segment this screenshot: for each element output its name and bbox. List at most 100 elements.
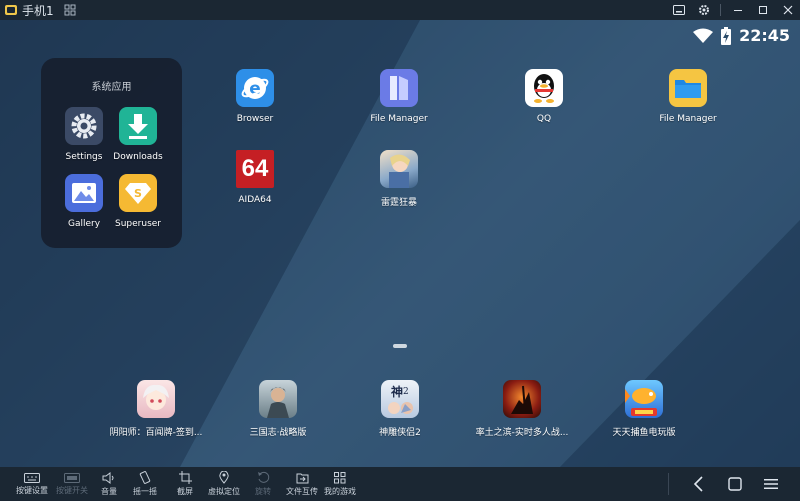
- app-aida64[interactable]: 64 AIDA64: [210, 150, 300, 205]
- minimize-button[interactable]: [725, 0, 750, 20]
- file-manager-icon: [380, 69, 418, 107]
- app-shuaitu[interactable]: 率土之滨-实时多人战...: [475, 380, 569, 438]
- app-shendiao[interactable]: 神 2 神雕侠侣2: [355, 380, 445, 438]
- window-title: 手机1: [22, 3, 54, 18]
- keyboard-icon: [672, 5, 685, 15]
- status-bar: 22:45: [693, 26, 790, 45]
- superuser-icon: S: [119, 174, 157, 212]
- wifi-icon: [693, 28, 714, 43]
- qq-icon: [525, 69, 563, 107]
- titlebar-divider: [720, 4, 721, 16]
- app-onmyoji[interactable]: 阴阳师：百闻牌-签到...: [109, 380, 203, 438]
- maximize-button[interactable]: [750, 0, 775, 20]
- back-icon: [693, 476, 703, 492]
- app-game-thunder[interactable]: 雷霆狂暴: [354, 150, 444, 208]
- app-label: 率土之滨-实时多人战...: [475, 428, 569, 438]
- app-label: 阴阳师：百闻牌-签到...: [109, 428, 203, 438]
- game-icon: [503, 380, 541, 418]
- key-settings-button[interactable]: 按键设置: [12, 467, 52, 501]
- browser-icon: e: [236, 69, 274, 107]
- svg-text:神: 神: [391, 384, 403, 399]
- game-icon: [259, 380, 297, 418]
- app-label: 三国志·战略版: [249, 428, 307, 438]
- close-button[interactable]: [775, 0, 800, 20]
- app-label: 雷霆狂暴: [380, 198, 417, 208]
- battery-charging-icon: [721, 26, 732, 45]
- key-toggle-button[interactable]: 按键开关: [52, 467, 92, 501]
- tool-label: 旋转: [255, 487, 271, 496]
- game-icon: [625, 380, 663, 418]
- tool-label: 虚拟定位: [208, 487, 240, 496]
- app-superuser[interactable]: S Superuser: [93, 174, 183, 229]
- volume-icon: [102, 471, 114, 484]
- home-button[interactable]: [724, 473, 746, 495]
- emulator-toolbar: 按键设置 按键开关 音量 摇一摇 截屏 虚拟定位 旋转 文件互传 我的游戏: [0, 467, 800, 501]
- shake-button[interactable]: 摇一摇: [128, 467, 162, 501]
- virtual-location-button[interactable]: 虚拟定位: [204, 467, 244, 501]
- settings-button[interactable]: [691, 0, 716, 20]
- window-titlebar: 手机1: [0, 0, 800, 20]
- back-button[interactable]: [688, 473, 710, 495]
- volume-button[interactable]: 音量: [94, 467, 124, 501]
- app-label: QQ: [536, 114, 552, 124]
- app-sanguozhi[interactable]: 三国志·战略版: [233, 380, 323, 438]
- location-icon: [219, 471, 229, 484]
- aida64-logo-text: 64: [241, 155, 269, 182]
- app-label: 神雕侠侣2: [379, 428, 421, 438]
- rotate-button[interactable]: 旋转: [248, 467, 278, 501]
- tool-label: 按键开关: [56, 485, 88, 495]
- tool-label: 摇一摇: [133, 487, 157, 496]
- game-icon: [380, 150, 418, 188]
- app-downloads[interactable]: Downloads: [93, 107, 183, 162]
- menu-button[interactable]: [760, 473, 782, 495]
- my-games-button[interactable]: 我的游戏: [320, 467, 360, 501]
- grid-icon[interactable]: [64, 4, 76, 16]
- keyboard-icon: [24, 472, 40, 483]
- folder-icon: [669, 69, 707, 107]
- svg-text:2: 2: [403, 387, 409, 397]
- app-file-manager[interactable]: File Manager: [354, 69, 444, 124]
- app-label: Downloads: [113, 152, 163, 162]
- app-label: 天天捕鱼电玩版: [612, 428, 676, 438]
- svg-text:S: S: [134, 187, 142, 200]
- gear-icon: [698, 5, 709, 15]
- system-apps-folder[interactable]: 系统应用 Settings Downloads Gallery S Superu…: [41, 58, 182, 248]
- app-browser[interactable]: e Browser: [210, 69, 300, 124]
- app-tiantian-buyu[interactable]: 天天捕鱼电玩版: [599, 380, 689, 438]
- crop-icon: [178, 471, 192, 484]
- game-icon: [137, 380, 175, 418]
- game-icon: 神 2: [381, 380, 419, 418]
- maximize-icon: [758, 6, 767, 14]
- menu-icon: [764, 479, 778, 489]
- app-qq[interactable]: QQ: [499, 69, 589, 124]
- app-label: File Manager: [370, 114, 428, 124]
- app-label: Browser: [236, 114, 274, 124]
- file-transfer-icon: [296, 473, 308, 483]
- app-file-manager-folder[interactable]: File Manager: [643, 69, 733, 124]
- file-transfer-button[interactable]: 文件互传: [282, 467, 322, 501]
- android-home-screen: 22:45 系统应用 Settings Downloads Gallery S …: [0, 20, 800, 467]
- tool-label: 按键设置: [16, 485, 48, 495]
- keyboard-toggle-icon: [64, 472, 80, 483]
- apps-grid-icon: [334, 471, 346, 483]
- downloads-icon: [119, 107, 157, 145]
- phone-app-icon: [5, 5, 17, 15]
- page-indicator[interactable]: [393, 344, 407, 348]
- folder-title: 系统应用: [91, 82, 132, 93]
- rotate-icon: [257, 471, 269, 483]
- status-clock: 22:45: [739, 26, 790, 45]
- close-icon: [783, 5, 792, 15]
- aida64-icon: 64: [236, 150, 274, 188]
- tool-label: 截屏: [177, 487, 193, 496]
- nav-divider: [668, 473, 669, 495]
- home-icon: [728, 477, 742, 491]
- screenshot-button[interactable]: 截屏: [170, 467, 200, 501]
- shake-icon: [139, 471, 151, 484]
- app-label: AIDA64: [238, 195, 272, 205]
- minimize-icon: [733, 10, 742, 11]
- app-label: Superuser: [115, 219, 161, 229]
- tool-label: 文件互传: [286, 486, 318, 496]
- app-label: File Manager: [659, 114, 717, 124]
- keyboard-button[interactable]: [666, 0, 691, 20]
- tool-label: 我的游戏: [324, 486, 356, 496]
